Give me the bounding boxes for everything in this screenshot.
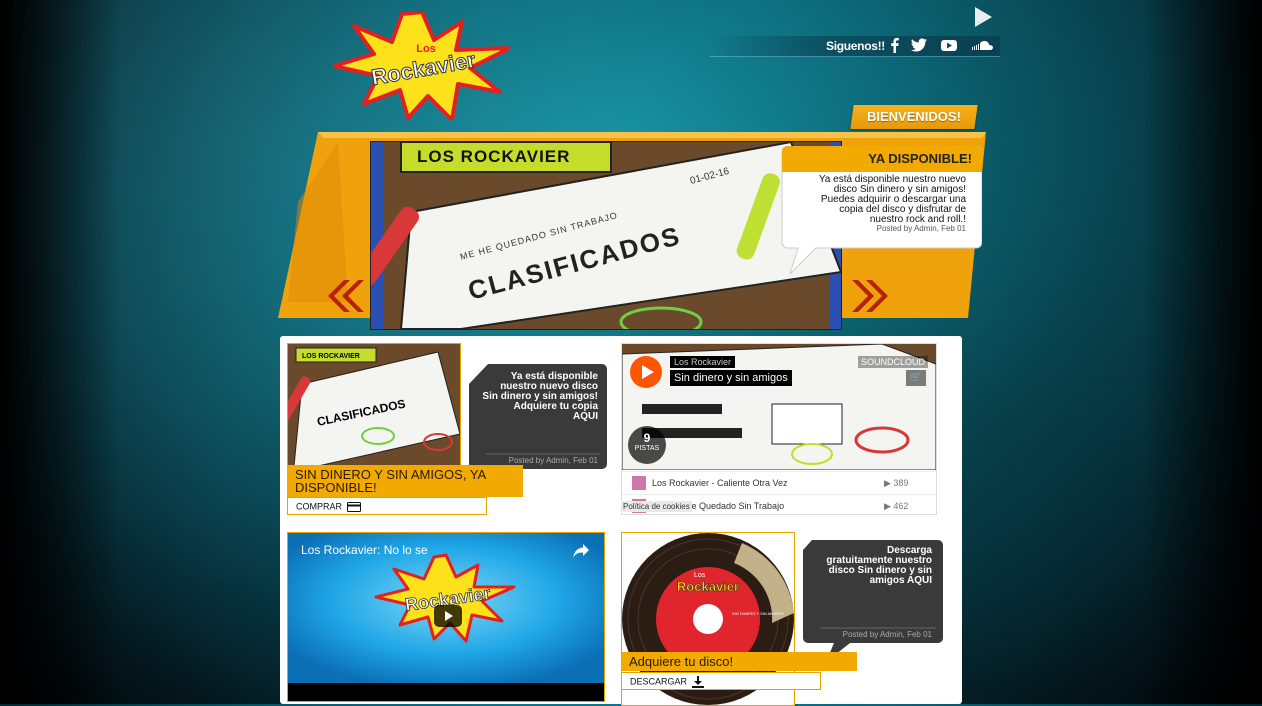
disc-small-text: Los: [694, 572, 706, 579]
post-title[interactable]: SIN DINERO Y SIN AMIGOS, YA DISPONIBLE!: [287, 465, 523, 497]
soundcloud-icon[interactable]: [972, 37, 994, 53]
track-thumbnail: [632, 476, 646, 490]
track-row[interactable]: Los Rockavier - Caliente Otra Vez ▶ 389: [622, 471, 936, 494]
post-bubble-line: amigos AQUI: [869, 575, 932, 586]
slider-prev-arrow[interactable]: [320, 278, 364, 314]
disc-label: Rockavier: [677, 579, 739, 594]
post-bubble-text: Ya está disponible nuestro nuevo disco S…: [478, 372, 598, 422]
track-count-label: PISTAS: [634, 445, 660, 452]
soundcloud-player[interactable]: Los Rockavier Sin dinero y sin amigos SO…: [621, 343, 937, 515]
track-count-number: 9: [643, 431, 651, 445]
post-meta: Posted by Admin, Feb 01: [508, 456, 598, 465]
thumb-banner-text: LOS ROCKAVIER: [302, 353, 360, 360]
video-title[interactable]: Los Rockavier: No lo se: [301, 543, 428, 557]
slide-banner-text: LOS ROCKAVIER: [417, 147, 570, 166]
post-title[interactable]: Adquiere tu disco!: [621, 652, 857, 671]
buy-button[interactable]: COMPRAR: [287, 497, 487, 515]
background-vignette-right: [1142, 0, 1262, 704]
download-button[interactable]: DESCARGAR: [621, 672, 821, 690]
soundcloud-track-count: 9 PISTAS: [628, 426, 666, 464]
soundcloud-brand[interactable]: SOUNDCLOUD: [858, 356, 929, 368]
youtube-icon[interactable]: [940, 37, 958, 53]
soundcloud-artist[interactable]: Los Rockavier: [670, 356, 736, 368]
site-logo[interactable]: Los Rockavier: [334, 12, 510, 120]
follow-label: Siguenos!!: [826, 39, 885, 53]
youtube-video[interactable]: Rockavier Los Rockavier: No lo se: [287, 532, 605, 702]
post-thumbnail[interactable]: LOS ROCKAVIER CLASIFICADOS: [287, 343, 461, 467]
welcome-label: BIENVENIDOS!: [867, 109, 961, 124]
track-name: Los Rockavier - Caliente Otra Vez: [652, 478, 788, 488]
play-icon: [642, 365, 654, 379]
play-icon[interactable]: [972, 6, 994, 28]
video-play-button[interactable]: [434, 605, 462, 627]
post-meta: Posted by Admin, Feb 01: [842, 630, 932, 639]
credit-card-icon: [347, 501, 362, 512]
buy-button-label: COMPRAR: [296, 501, 343, 512]
download-icon: [692, 675, 705, 688]
twitter-icon[interactable]: [910, 37, 928, 53]
background-vignette-left: [0, 0, 120, 704]
slide-bubble-meta: Posted by Admin, Feb 01: [876, 224, 966, 233]
soundcloud-play-button[interactable]: [630, 356, 662, 388]
slide-bubble-title: YA DISPONIBLE!: [868, 151, 972, 166]
cart-icon[interactable]: 🛒: [906, 370, 926, 386]
slider-next-arrow[interactable]: [852, 278, 896, 314]
track-plays: ▶ 462: [884, 501, 909, 511]
download-button-label: DESCARGAR: [630, 676, 688, 687]
cookies-policy-link[interactable]: Política de cookies: [621, 501, 692, 512]
facebook-icon[interactable]: [886, 37, 904, 53]
share-icon[interactable]: [572, 543, 590, 559]
track-plays-count: 389: [893, 478, 909, 488]
track-plays: ▶ 389: [884, 478, 909, 488]
welcome-tab: BIENVENIDOS!: [850, 105, 978, 129]
soundcloud-title[interactable]: Sin dinero y sin amigos: [670, 370, 792, 386]
post-bubble-text: Descarga gratuitamente nuestro disco Sin…: [812, 546, 932, 586]
slide-bubble-text: Ya está disponible nuestro nuevo disco S…: [790, 175, 966, 225]
disc-subtitle: SIN DINERO Y SIN AMIGOS: [732, 611, 784, 616]
play-icon: [445, 611, 453, 621]
track-plays-count: 462: [893, 501, 909, 511]
post-bubble-line: AQUI: [573, 411, 598, 422]
